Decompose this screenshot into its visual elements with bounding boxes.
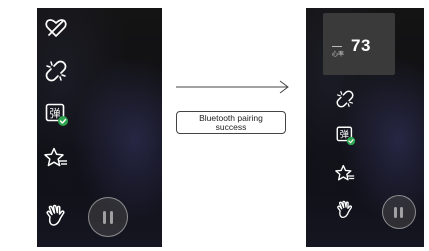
arrow-right-icon — [176, 80, 289, 94]
pause-icon — [103, 211, 106, 224]
heart-off-icon[interactable] — [45, 18, 67, 38]
link-broken-icon[interactable] — [45, 60, 67, 82]
phone-after: 心率 73 弹 — [306, 8, 424, 247]
hand-icon[interactable] — [336, 200, 354, 220]
danmaku-icon[interactable]: 弹 — [45, 103, 69, 127]
phone-before: 弹 — [37, 8, 162, 247]
danmaku-icon[interactable]: 弹 — [336, 126, 356, 146]
pause-button[interactable] — [382, 195, 416, 229]
heart-rate-label: 心率 — [332, 52, 345, 58]
pause-button[interactable] — [88, 197, 128, 237]
bluetooth-pairing-toast: Bluetooth pairing success — [176, 111, 286, 134]
heart-rate-card: 心率 73 — [323, 13, 395, 75]
toast-line-2: success — [215, 122, 247, 132]
star-icon[interactable] — [335, 164, 355, 183]
heart-rate-value: 73 — [351, 36, 371, 55]
hand-icon[interactable] — [45, 204, 67, 228]
star-icon[interactable] — [44, 147, 68, 169]
link-broken-icon[interactable] — [336, 90, 354, 108]
svg-text:弹: 弹 — [50, 106, 61, 120]
pause-icon — [394, 207, 397, 218]
